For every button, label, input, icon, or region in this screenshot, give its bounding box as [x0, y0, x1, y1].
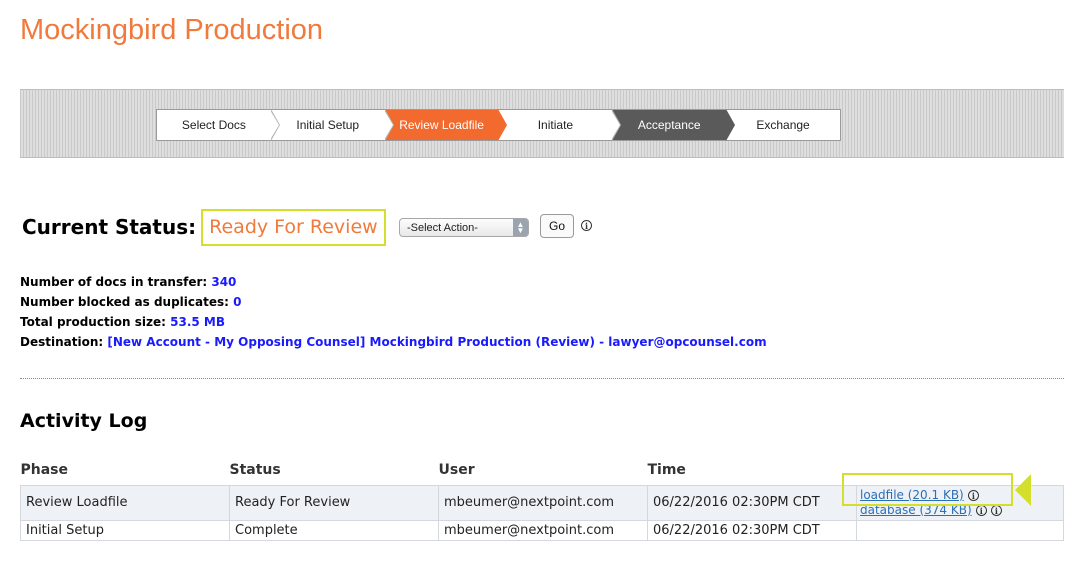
action-select-value: -Select Action- — [407, 221, 478, 234]
cell-user: mbeumer@nextpoint.com — [438, 484, 648, 521]
action-select[interactable]: -Select Action- ▲ ▼ — [399, 218, 529, 237]
production-size: 53.5 MB — [170, 315, 226, 329]
info-circle-icon[interactable]: i — [990, 505, 1002, 516]
header-status: Status — [229, 462, 281, 479]
wizard-steps: Select Docs Initial Setup Review Loadfil… — [156, 109, 841, 141]
step-exchange[interactable]: Exchange — [726, 110, 840, 140]
header-user: User — [438, 462, 475, 479]
cell-phase: Initial Setup — [20, 519, 230, 541]
step-acceptance[interactable]: Acceptance — [612, 109, 736, 141]
fact-destination: Destination: [New Account - My Opposing … — [20, 335, 767, 349]
cell-time: 06/22/2016 02:30PM CDT — [647, 519, 857, 541]
step-select-docs[interactable]: Select Docs — [157, 109, 280, 141]
step-label: Select Docs — [181, 118, 246, 132]
info-circle-icon[interactable]: i — [975, 505, 987, 516]
header-time: Time — [647, 462, 686, 479]
header-phase: Phase — [20, 462, 69, 479]
fact-size: Total production size: 53.5 MB — [20, 315, 226, 329]
step-label: Initiate — [537, 118, 574, 132]
step-initiate[interactable]: Initiate — [498, 109, 622, 141]
loadfile-highlight — [842, 473, 1013, 506]
activity-log-title: Activity Log — [20, 410, 148, 432]
info-circle-icon[interactable]: i — [581, 220, 592, 231]
step-initial-setup[interactable]: Initial Setup — [270, 109, 394, 141]
fact-blocked: Number blocked as duplicates: 0 — [20, 295, 242, 309]
table-row: Initial Setup Complete mbeumer@nextpoint… — [20, 519, 1064, 541]
cell-status: Complete — [229, 519, 439, 541]
cell-files — [856, 519, 1064, 541]
cell-user: mbeumer@nextpoint.com — [438, 519, 648, 541]
cell-phase: Review Loadfile — [20, 484, 230, 521]
go-button[interactable]: Go — [540, 214, 574, 238]
current-status-label: Current Status: — [22, 215, 197, 239]
docs-count: 340 — [211, 275, 237, 289]
production-facts: Number of docs in transfer: 340 Number b… — [20, 272, 767, 352]
cell-status: Ready For Review — [229, 484, 439, 521]
section-divider — [20, 378, 1064, 379]
pointer-arrow-icon — [1015, 474, 1031, 506]
current-status-row: Current Status: Ready For Review — [22, 208, 386, 246]
page-title: Mockingbird Production — [20, 14, 324, 46]
up-down-arrows-icon: ▲ ▼ — [513, 219, 528, 236]
step-label: Acceptance — [637, 118, 701, 132]
current-status-value: Ready For Review — [201, 208, 386, 246]
blocked-count: 0 — [233, 295, 242, 309]
fact-docs: Number of docs in transfer: 340 — [20, 275, 237, 289]
step-label: Initial Setup — [296, 118, 360, 132]
step-label: Exchange — [756, 118, 810, 132]
step-review-loadfile[interactable]: Review Loadfile — [384, 109, 508, 141]
destination-value: [New Account - My Opposing Counsel] Mock… — [107, 335, 767, 349]
step-label: Review Loadfile — [399, 118, 484, 132]
cell-time: 06/22/2016 02:30PM CDT — [647, 484, 857, 521]
